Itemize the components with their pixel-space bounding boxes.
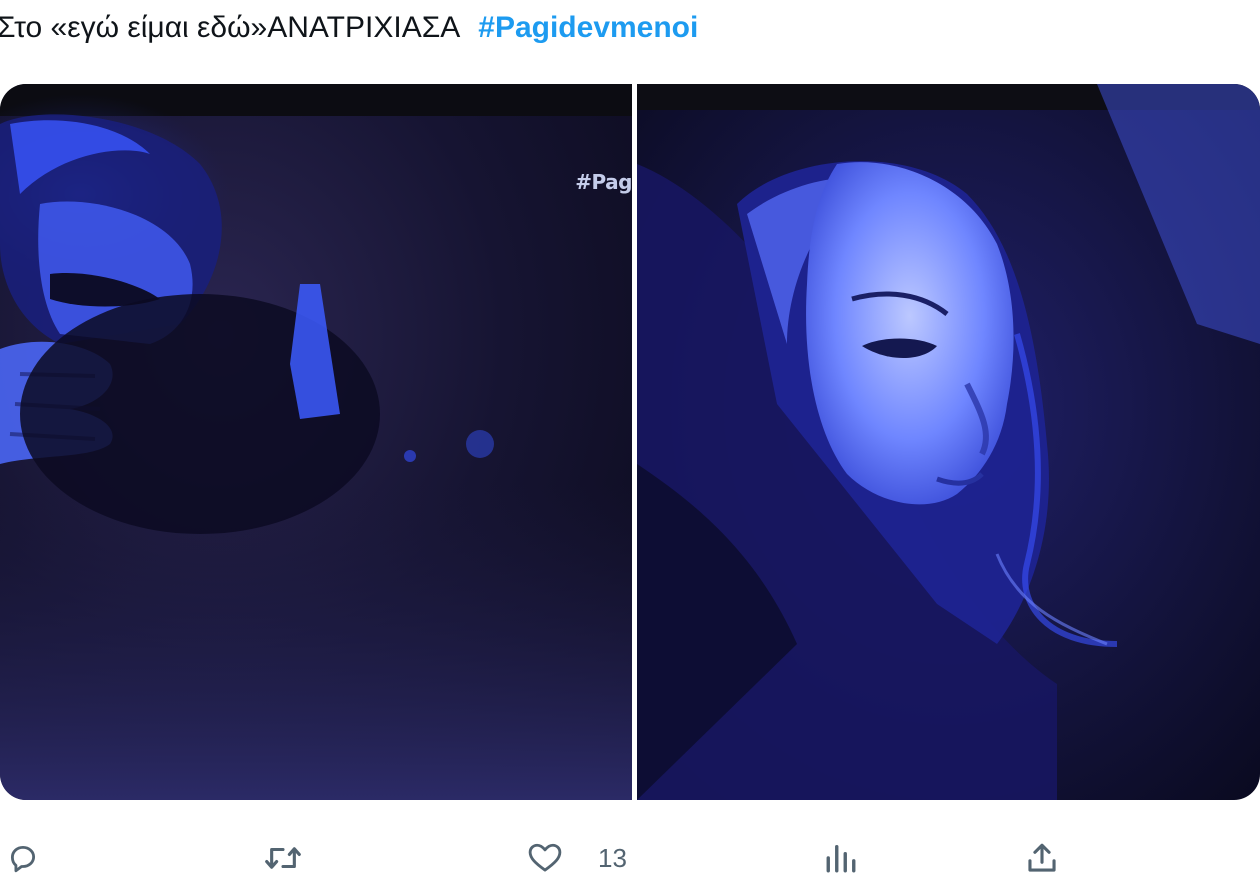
like-button[interactable]: 13 [526,830,627,886]
media-grid: #Pag [0,84,1260,800]
heart-icon [528,843,562,872]
watermark-text: #Pag [575,170,632,194]
photo-right[interactable] [637,84,1260,800]
share-icon [1028,843,1056,872]
like-count: 13 [598,842,627,873]
retweet-button[interactable] [263,830,303,886]
hashtag-link[interactable]: #Pagidevmenoi [478,11,698,44]
views-button[interactable] [823,830,859,886]
share-button[interactable] [1025,830,1059,886]
tweet-text: Στο «εγώ είμαι εδώ»ΑΝΑΤΡΙΧΙΑΣΑ #Pagidevme… [0,8,698,48]
reply-button[interactable] [6,830,40,886]
photo-left[interactable]: #Pag [0,84,632,800]
analytics-icon [826,844,856,873]
photo-tv-screen-woman-icon [637,84,1260,800]
reply-icon [10,845,36,873]
tweet-body: Στο «εγώ είμαι εδώ»ΑΝΑΤΡΙΧΙΑΣΑ [0,11,461,44]
photo-tv-screen-man-icon [0,84,632,800]
tweet-actions: 13 [0,830,1260,886]
retweet-icon [265,847,301,869]
